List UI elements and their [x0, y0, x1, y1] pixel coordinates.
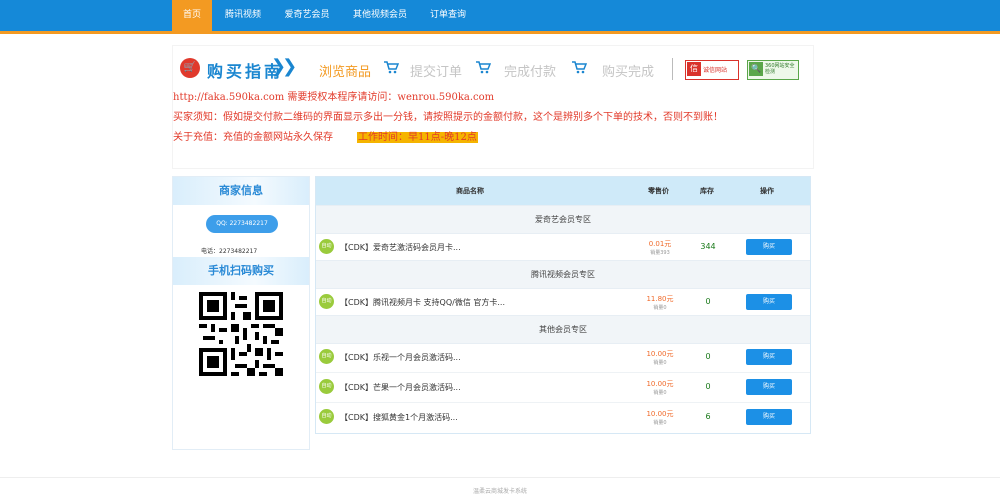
auto-delivery-tag: 自动 [319, 379, 334, 394]
auto-delivery-tag: 自动 [319, 294, 334, 309]
qq-label: QQ: 2273482217 [216, 220, 268, 227]
merchant-info-header: 商家信息 [173, 177, 309, 205]
magnifier-icon: 🔍 [749, 62, 763, 76]
product-price: 10.00元 [646, 350, 674, 358]
product-stock: 0 [705, 297, 711, 306]
product-stock: 0 [705, 352, 711, 361]
guide-line-url: http://faka.590ka.com 需要授权本程序请访问：wenrou.… [173, 92, 495, 103]
auto-delivery-tag: 自动 [319, 349, 334, 364]
section-other: 其他会员专区 [316, 315, 810, 344]
cart-step-icon [384, 61, 399, 74]
product-sold: 销量0 [653, 360, 667, 366]
merchant-sidebar: 商家信息 QQ: 2273482217 电话：2273482217 手机扫码购买 [172, 176, 310, 450]
trust-badge[interactable]: 信 诚信网站 [685, 60, 739, 80]
table-row[interactable]: 自动 【CDK】腾讯视频月卡 支持QQ/微信 官方卡... 11.80元 销量0… [316, 287, 810, 318]
buy-button[interactable]: 购买 [746, 409, 792, 425]
product-sold: 销量0 [653, 420, 667, 426]
nav-item-order-query[interactable]: 订单查询 [424, 0, 472, 31]
header-product-name: 商品名称 [456, 187, 484, 195]
qr-code [199, 292, 283, 376]
section-iqiyi: 爱奇艺会员专区 [316, 205, 810, 234]
step-purchase-complete: 购买完成 [602, 65, 655, 80]
header-price: 零售价 [648, 187, 669, 195]
guide-line-recharge: 关于充值：充值的金额网站永久保存 工作时间：早11点-晚12点 [173, 128, 478, 143]
step-submit-order: 提交订单 [410, 65, 463, 80]
product-name[interactable]: 【CDK】乐视一个月会员激活码... [340, 352, 461, 363]
footer-divider [0, 477, 1000, 478]
product-name[interactable]: 【CDK】芒果一个月会员激活码... [340, 382, 461, 393]
auto-delivery-tag: 自动 [319, 409, 334, 424]
product-name[interactable]: 【CDK】爱奇艺激活码会员月卡... [340, 242, 461, 253]
section-title: 爱奇艺会员专区 [535, 215, 591, 224]
buy-button[interactable]: 购买 [746, 379, 792, 395]
nav-item-iqiyi[interactable]: 爱奇艺会员 [278, 0, 336, 31]
cart-step-icon [572, 61, 587, 74]
product-price: 10.00元 [646, 380, 674, 388]
table-header: 商品名称 零售价 库存 操作 [316, 177, 810, 205]
nav-item-home[interactable]: 首页 [172, 0, 212, 31]
product-stock: 344 [700, 242, 716, 251]
product-stock: 0 [705, 382, 711, 391]
buy-button[interactable]: 购买 [746, 239, 792, 255]
table-row[interactable]: 自动 【CDK】芒果一个月会员激活码... 10.00元 销量0 0 购买 [316, 372, 810, 403]
cart-step-icon [476, 61, 491, 74]
purchase-guide-panel: 🛒 购买指南 ❯❯ 浏览商品 提交订单 完成付款 购买完成 信 诚信网站 🔍 3… [172, 45, 814, 169]
product-name[interactable]: 【CDK】腾讯视频月卡 支持QQ/微信 官方卡... [340, 297, 505, 308]
buy-button[interactable]: 购买 [746, 349, 792, 365]
product-sold: 销量0 [653, 390, 667, 396]
security-badge[interactable]: 🔍 360网站安全检测 [747, 60, 799, 80]
section-title: 其他会员专区 [539, 325, 587, 334]
qr-title: 手机扫码购买 [208, 264, 274, 277]
step-complete-payment: 完成付款 [504, 65, 557, 80]
product-table: 商品名称 零售价 库存 操作 爱奇艺会员专区 自动 【CDK】爱奇艺激活码会员月… [315, 176, 811, 434]
qq-contact-button[interactable]: QQ: 2273482217 [206, 215, 278, 233]
merchant-info-title: 商家信息 [219, 184, 263, 197]
shopping-cart-icon: 🛒 [180, 58, 200, 78]
merchant-phone: 电话：2273482217 [201, 248, 258, 255]
guide-line-notice: 买家须知：假如提交付款二维码的界面显示多出一分钱，请按照提示的金额付款，这个是辨… [173, 112, 723, 123]
table-row[interactable]: 自动 【CDK】搜狐黄金1个月激活码... 10.00元 销量0 6 购买 [316, 402, 810, 432]
product-name[interactable]: 【CDK】搜狐黄金1个月激活码... [340, 412, 458, 423]
trust-badge-label: 诚信网站 [703, 67, 728, 74]
nav-item-tencent-video[interactable]: 腾讯视频 [218, 0, 268, 31]
divider [672, 58, 673, 80]
top-nav: 首页 腾讯视频 爱奇艺会员 其他视频会员 订单查询 [0, 0, 1000, 34]
product-price: 11.80元 [646, 295, 674, 303]
step-browse: 浏览商品 [319, 65, 372, 80]
product-price: 10.00元 [646, 410, 674, 418]
table-row[interactable]: 自动 【CDK】爱奇艺激活码会员月卡... 0.01元 销量393 344 购买 [316, 232, 810, 263]
table-row[interactable]: 自动 【CDK】乐视一个月会员激活码... 10.00元 销量0 0 购买 [316, 342, 810, 373]
recharge-note: 关于充值：充值的金额网站永久保存 [173, 132, 333, 143]
product-sold: 销量0 [653, 305, 667, 311]
auto-delivery-tag: 自动 [319, 239, 334, 254]
nav-item-other-video[interactable]: 其他视频会员 [346, 0, 414, 31]
double-chevron-icon: ❯❯ [271, 56, 297, 77]
product-stock: 6 [705, 412, 711, 421]
qr-header: 手机扫码购买 [173, 257, 309, 285]
header-stock: 库存 [700, 187, 714, 195]
product-price: 0.01元 [648, 240, 672, 248]
working-hours: 工作时间：早11点-晚12点 [357, 132, 478, 143]
section-title: 腾讯视频会员专区 [531, 270, 595, 279]
header-action: 操作 [760, 187, 774, 195]
product-sold: 销量393 [650, 250, 670, 256]
buy-button[interactable]: 购买 [746, 294, 792, 310]
security-badge-label: 360网站安全检测 [765, 63, 795, 75]
footer-text: 温柔云商城发卡系统 [472, 488, 527, 495]
section-tencent: 腾讯视频会员专区 [316, 260, 810, 289]
trust-seal-icon: 信 [687, 62, 701, 76]
